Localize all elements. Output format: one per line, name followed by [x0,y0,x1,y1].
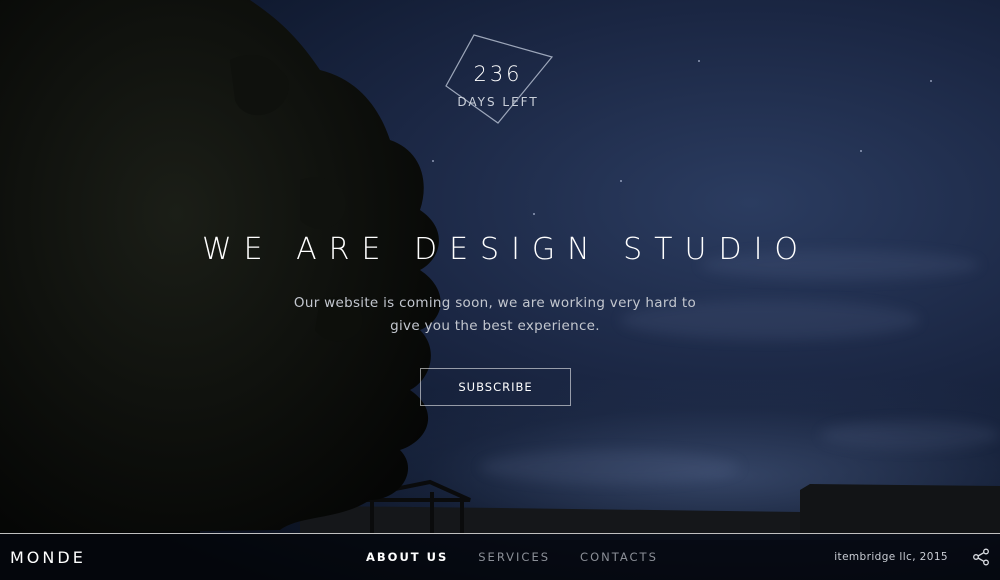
nav-item-about-us[interactable]: ABOUT US [366,550,448,564]
footer-nav: ABOUT US SERVICES CONTACTS [366,550,658,564]
copyright-text: itembridge llc, 2015 [834,551,948,563]
nav-item-contacts[interactable]: CONTACTS [580,550,658,564]
countdown-diamond-icon [445,34,554,124]
footer-bar: MONDE ABOUT US SERVICES CONTACTS itembri… [0,533,1000,580]
background-hero: 236 DAYS LEFT WE ARE DESIGN STUDIO Our w… [0,0,1000,580]
countdown-number: 236 [473,62,523,86]
brand-logo[interactable]: MONDE [10,548,86,567]
page-title: WE ARE DESIGN STUDIO [201,232,811,267]
subscribe-button[interactable]: SUBSCRIBE [420,368,571,406]
share-icon[interactable] [972,548,990,566]
hero-subtext: Our website is coming soon, we are worki… [293,295,697,334]
countdown-label: DAYS LEFT [457,95,539,109]
nav-item-services[interactable]: SERVICES [478,550,550,564]
